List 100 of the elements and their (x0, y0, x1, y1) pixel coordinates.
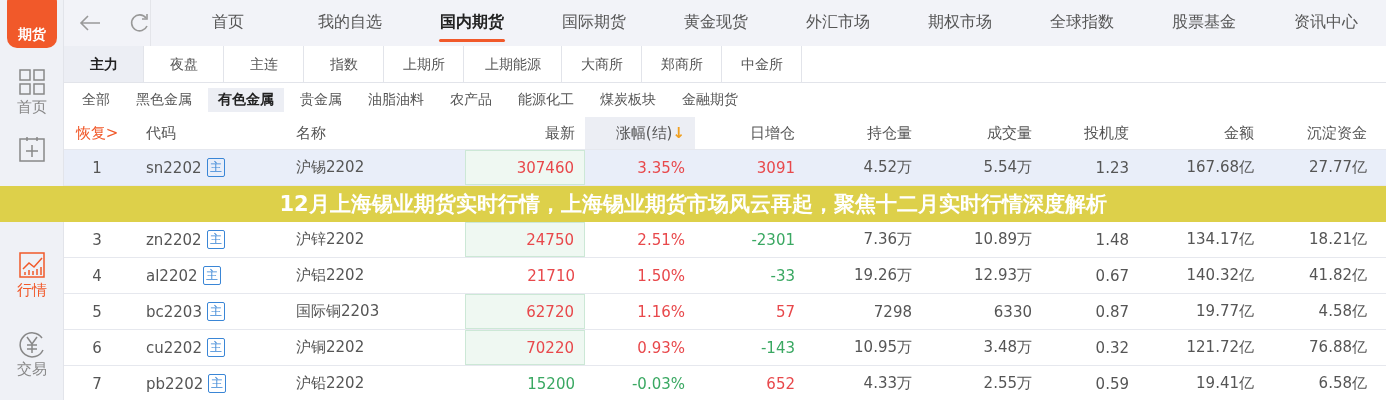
headline-text: 12月上海锡业期货实时行情，上海锡业期货市场风云再起，聚焦十二月实时行情深度解析 (279, 191, 1107, 218)
nav-tab[interactable]: 国内期货 (411, 0, 533, 46)
column-header[interactable]: 沉淀资金 (1307, 123, 1367, 143)
row-number: 4 (92, 266, 102, 285)
nav-tab[interactable]: 外汇市场 (777, 0, 899, 46)
sidebar-label: 交易 (16, 360, 47, 379)
contract-name: 国际铜2203 (296, 302, 380, 321)
nav-tab[interactable]: 国际期货 (533, 0, 655, 46)
filter-tab[interactable]: 指数 (304, 46, 384, 82)
contract-name: 沪铝2202 (296, 266, 365, 285)
table-cell: 5.54万 (983, 158, 1032, 177)
category-tab[interactable]: 黑色金属 (126, 88, 202, 112)
nav-tab[interactable]: 黄金现货 (655, 0, 777, 46)
row-number: 1 (92, 158, 102, 177)
table-row[interactable]: 6 cu2202 主 沪铜2202 70220 0.93% -143 10.95万 3.48万 0.32 121.72亿 76.88亿 (64, 330, 1386, 366)
table-cell: 3091 (756, 158, 795, 177)
contract-code: bc2203 (146, 302, 202, 321)
table-cell: 1.50% (637, 266, 685, 285)
price-value: 70220 (526, 338, 574, 357)
filter-tab[interactable]: 大商所 (562, 46, 642, 82)
contract-name: 沪铅2202 (296, 374, 365, 393)
table-cell: 134.17亿 (1186, 230, 1254, 249)
filter-tab[interactable]: 中金所 (722, 46, 802, 82)
table-cell: 167.68亿 (1186, 158, 1254, 177)
nav-tab[interactable]: 资讯中心 (1265, 0, 1386, 46)
filter-tab[interactable]: 主力 (64, 46, 144, 82)
table-cell: -0.03% (631, 374, 685, 393)
column-header[interactable]: 金额 (1224, 123, 1254, 143)
column-header[interactable]: 持仓量 (867, 123, 912, 143)
table-cell: 2.55万 (983, 374, 1032, 393)
plus-document-icon (17, 135, 46, 163)
row-number: 5 (92, 302, 102, 321)
refresh-icon (128, 12, 150, 34)
contract-code: cu2202 (146, 338, 202, 357)
table-cell: 2.51% (637, 230, 685, 249)
column-header[interactable]: 最新 (545, 123, 575, 143)
column-header[interactable]: 投机度 (1084, 123, 1129, 143)
table-cell: 10.89万 (974, 230, 1032, 249)
row-number: 3 (92, 230, 102, 249)
row-number: 7 (92, 374, 102, 393)
filter-tab[interactable]: 郑商所 (642, 46, 722, 82)
nav-tab[interactable]: 期权市场 (899, 0, 1021, 46)
table-cell: 0.59 (1095, 374, 1129, 393)
sidebar-item[interactable] (17, 135, 46, 163)
filter-tab[interactable]: 夜盘 (144, 46, 224, 82)
line-chart-icon (17, 251, 46, 279)
nav-tab[interactable]: 首页 (167, 0, 289, 46)
column-header[interactable]: 名称 (296, 123, 326, 143)
table-cell: 7.36万 (863, 230, 912, 249)
category-tab[interactable]: 有色金属 (208, 88, 284, 112)
nav-tab[interactable]: 全球指数 (1021, 0, 1143, 46)
back-arrow-icon (78, 13, 102, 33)
table-cell: 3.48万 (983, 338, 1032, 357)
price-value: 15200 (527, 374, 575, 393)
contract-name: 沪锌2202 (296, 230, 365, 249)
table-cell: -33 (770, 266, 795, 285)
yen-coin-icon (17, 330, 46, 358)
table-cell: 6330 (993, 302, 1032, 321)
table-cell: 3.35% (637, 158, 685, 177)
table-row[interactable]: 5 bc2203 主 国际铜2203 62720 1.16% 57 7298 6330 0.87 19.77亿 4.58亿 (64, 294, 1386, 330)
table-cell: -2301 (751, 230, 795, 249)
filter-tab[interactable]: 主连 (224, 46, 304, 82)
table-cell: 6.58亿 (1318, 374, 1367, 393)
column-header[interactable]: 成交量 (987, 123, 1032, 143)
price-value: 62720 (526, 302, 574, 321)
table-row[interactable]: 4 al2202 主 沪铝2202 21710 1.50% -33 19.26万 12.93万 0.67 140.32亿 41.82亿 (64, 258, 1386, 294)
main-contract-badge: 主 (206, 230, 225, 249)
table-cell: 19.41亿 (1196, 374, 1254, 393)
table-cell: 652 (766, 374, 795, 393)
nav-tab[interactable]: 股票基金 (1143, 0, 1265, 46)
category-tab[interactable]: 农产品 (440, 88, 502, 112)
table-row[interactable]: 1 sn2202 主 沪锡2202 307460 3.35% 3091 4.52万 5.54万 1.23 167.68亿 27.77亿 (64, 150, 1386, 186)
table-cell: 1.23 (1095, 158, 1129, 177)
category-tab[interactable]: 全部 (72, 88, 120, 112)
contract-name: 沪铜2202 (296, 338, 365, 357)
main-contract-badge: 主 (208, 374, 227, 393)
category-tab[interactable]: 能源化工 (508, 88, 584, 112)
contract-code: pb2202 (146, 374, 204, 393)
category-tab[interactable]: 贵金属 (290, 88, 352, 112)
column-header[interactable]: 涨幅(结) (615, 123, 673, 143)
filter-tab[interactable]: 上期能源 (464, 46, 562, 82)
table-cell: 0.93% (637, 338, 685, 357)
contract-code: sn2202 (146, 158, 202, 177)
table-cell: 76.88亿 (1309, 338, 1367, 357)
main-contract-badge: 主 (206, 302, 225, 321)
nav-tab[interactable]: 我的自选 (289, 0, 411, 46)
category-tab[interactable]: 煤炭板块 (590, 88, 666, 112)
price-value: 24750 (526, 230, 574, 249)
category-tab[interactable]: 金融期货 (672, 88, 748, 112)
filter-tab[interactable]: 上期所 (384, 46, 464, 82)
table-cell: 57 (775, 302, 795, 321)
table-cell: 10.95万 (854, 338, 912, 357)
column-header[interactable]: 代码 (146, 123, 176, 143)
column-header[interactable]: 日增仓 (750, 123, 795, 143)
table-cell: 4.33万 (863, 374, 912, 393)
category-tab[interactable]: 油脂油料 (358, 88, 434, 112)
table-cell: 18.21亿 (1309, 230, 1367, 249)
table-row[interactable]: 7 pb2202 主 沪铅2202 15200 -0.03% 652 4.33万 2.55万 0.59 19.41亿 6.58亿 (64, 366, 1386, 400)
table-cell: 1.16% (637, 302, 685, 321)
price-value: 21710 (527, 266, 575, 285)
